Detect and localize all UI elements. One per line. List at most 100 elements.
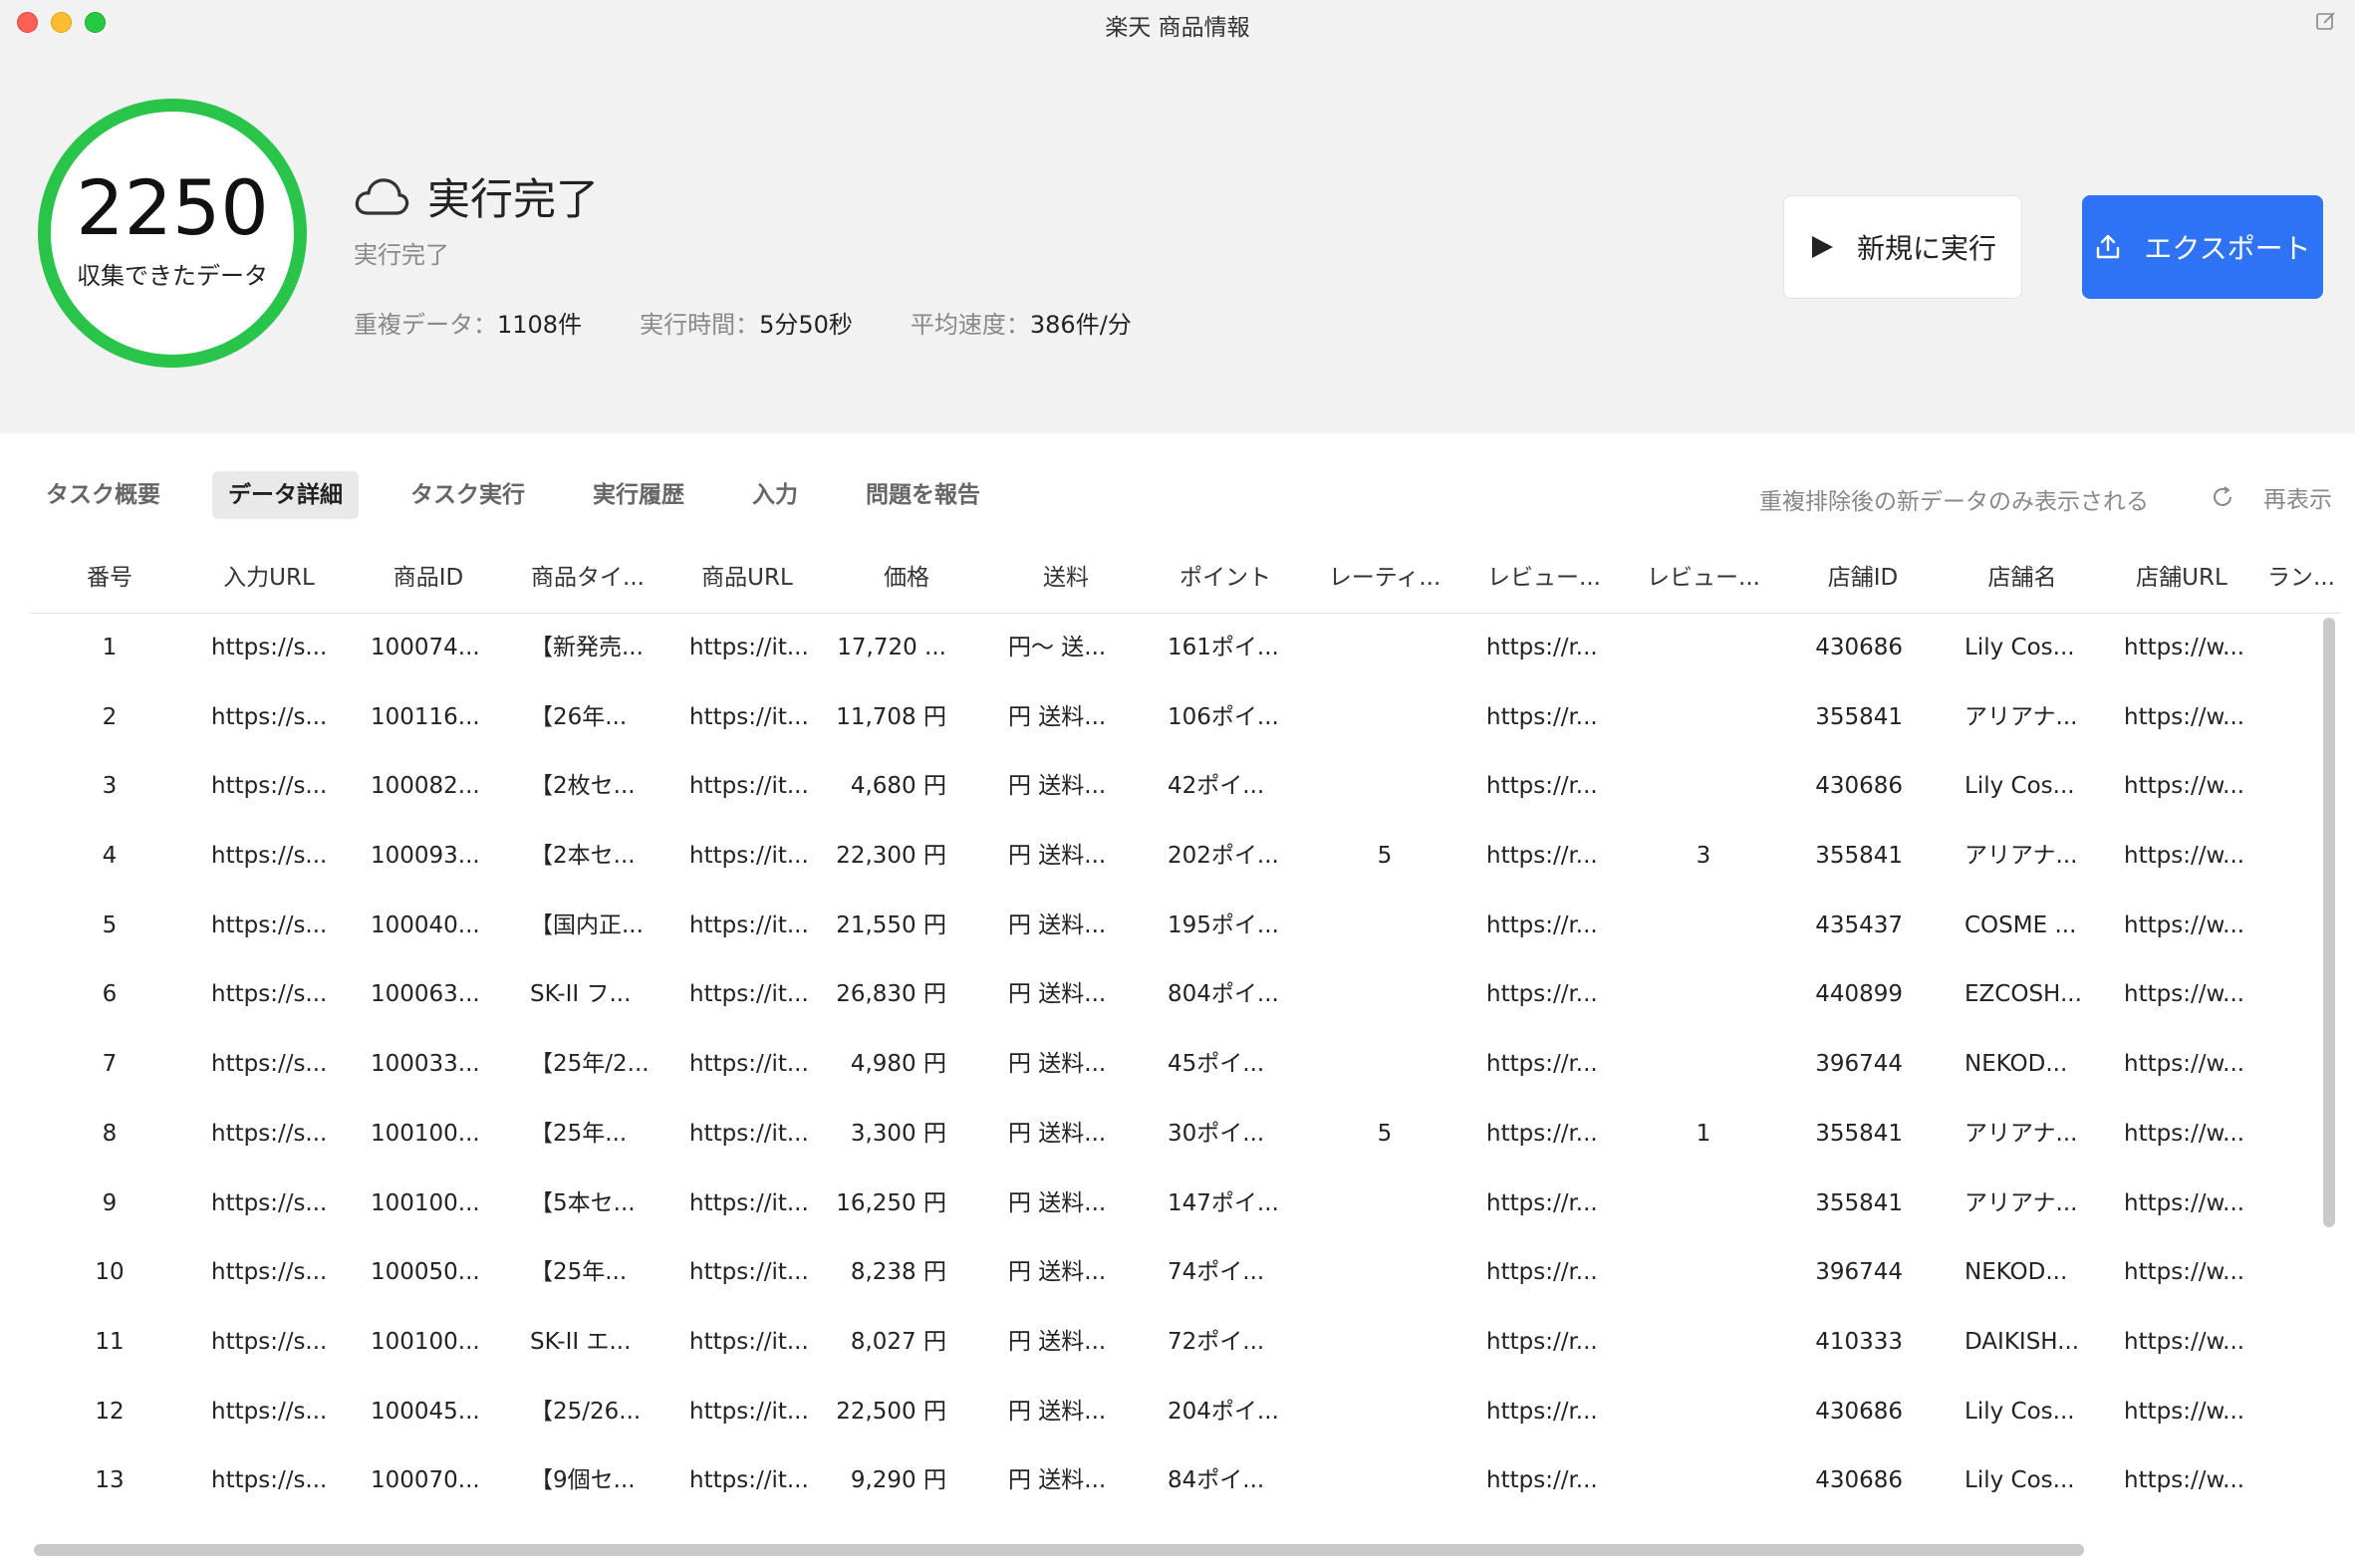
table-cell: 2 bbox=[102, 703, 118, 730]
table-cell: 13 bbox=[95, 1467, 125, 1494]
table-cell: https://it... bbox=[689, 912, 809, 938]
table-row[interactable]: 2 https://s... 100116... 【26年... https://it.… bbox=[30, 683, 2341, 753]
column-header[interactable]: レビュー... bbox=[1624, 548, 1783, 614]
table-cell bbox=[1624, 1308, 1783, 1378]
tab-task-run[interactable]: タスク実行 bbox=[394, 471, 541, 519]
table-row[interactable]: 5 https://s... 100040... 【国内正... https://it.… bbox=[30, 892, 2341, 961]
table-cell: https://it... bbox=[689, 981, 809, 1008]
table-cell bbox=[1624, 1378, 1783, 1447]
column-header[interactable]: 商品タイ... bbox=[508, 548, 667, 614]
column-header[interactable]: ラン... bbox=[2261, 548, 2341, 614]
table-cell: 100050... bbox=[371, 1259, 480, 1286]
table-cell: 円 送料... bbox=[1008, 1398, 1107, 1425]
table-cell: 【2枚セ... bbox=[530, 773, 636, 800]
tab-data-details[interactable]: データ詳細 bbox=[212, 471, 359, 519]
table-row[interactable]: 9 https://s... 100100... 【5本セ... https://it.… bbox=[30, 1170, 2341, 1239]
table-cell: https://w... bbox=[2124, 981, 2245, 1008]
column-header[interactable]: 店舗URL bbox=[2102, 548, 2261, 614]
table-cell: https://it... bbox=[689, 843, 809, 870]
export-button[interactable]: エクスポート bbox=[2082, 195, 2323, 299]
table-cell bbox=[1305, 1446, 1464, 1516]
table-row[interactable]: 4 https://s... 100093... 【2本セ... https://it.… bbox=[30, 822, 2341, 892]
table-cell: https://s... bbox=[211, 1467, 328, 1494]
new-run-button[interactable]: 新規に実行 bbox=[1783, 195, 2022, 299]
table-cell: https://s... bbox=[211, 773, 328, 800]
column-header[interactable]: 入力URL bbox=[189, 548, 349, 614]
vertical-scrollbar[interactable] bbox=[2323, 618, 2335, 1227]
table-cell: 7 bbox=[102, 1051, 118, 1078]
table-cell: 204ポイ... bbox=[1168, 1398, 1279, 1425]
table-cell: https://w... bbox=[2124, 635, 2245, 660]
table-cell: COSME ... bbox=[1964, 912, 2077, 938]
table-cell: https://r... bbox=[1486, 981, 1598, 1008]
collected-count: 2250 bbox=[76, 162, 269, 252]
table-cell bbox=[1624, 1170, 1783, 1239]
table-cell: 100063... bbox=[371, 981, 480, 1008]
table-cell: 円 送料... bbox=[1008, 912, 1107, 938]
column-header[interactable]: ポイント bbox=[1146, 548, 1305, 614]
tab-task-overview[interactable]: タスク概要 bbox=[30, 471, 176, 519]
table-cell: 202ポイ... bbox=[1168, 843, 1279, 870]
edit-icon[interactable] bbox=[2315, 10, 2337, 32]
table-cell: アリアナ... bbox=[1964, 843, 2078, 870]
column-header[interactable]: 番号 bbox=[30, 548, 189, 614]
refresh-label: 再表示 bbox=[2263, 487, 2332, 513]
column-header[interactable]: 店舗名 bbox=[1943, 548, 2102, 614]
tab-report-issue[interactable]: 問題を報告 bbox=[850, 471, 996, 519]
table-cell: https://s... bbox=[211, 843, 328, 870]
table-row[interactable]: 10 https://s... 100050... 【25年... https://it… bbox=[30, 1238, 2341, 1308]
tab-run-history[interactable]: 実行履歴 bbox=[577, 471, 700, 519]
column-header[interactable]: 店舗ID bbox=[1783, 548, 1943, 614]
table-row[interactable]: 13 https://s... 100070... 【9個セ... https://it… bbox=[30, 1446, 2341, 1516]
table-cell: 4,980 円 bbox=[850, 1051, 946, 1078]
table-cell: アリアナ... bbox=[1964, 1189, 2078, 1216]
table-cell bbox=[1624, 892, 1783, 961]
column-header[interactable]: 送料 bbox=[986, 548, 1146, 614]
data-table: 番号 入力URL 商品ID 商品タイ... 商品URL 価格 送料 ポイント レーティ... レビ… bbox=[30, 548, 2341, 1549]
tab-input[interactable]: 入力 bbox=[736, 471, 814, 519]
summary-panel: 2250 収集できたデータ 実行完了 実行完了 重複データ：1108件 実行時間… bbox=[0, 44, 2355, 433]
collected-count-label: 収集できたデータ bbox=[77, 261, 268, 290]
column-header[interactable]: 商品URL bbox=[667, 548, 827, 614]
table-cell: 161ポイ... bbox=[1168, 635, 1279, 660]
refresh-button[interactable]: 再表示 bbox=[2210, 480, 2332, 514]
table-cell: 84ポイ... bbox=[1168, 1467, 1265, 1494]
table-cell: https://w... bbox=[2124, 1259, 2245, 1286]
table-row[interactable]: 1 https://s... 100074... 【新発売... https://it.… bbox=[30, 614, 2341, 683]
table-cell: 8,027 円 bbox=[850, 1328, 946, 1355]
status-row: 実行完了 bbox=[354, 165, 599, 227]
stats-row: 重複データ：1108件 実行時間：5分50秒 平均速度：386件/分 bbox=[354, 305, 1189, 340]
table-cell: 22,300 円 bbox=[836, 843, 946, 870]
table-cell: https://s... bbox=[211, 1259, 328, 1286]
table-cell: https://s... bbox=[211, 912, 328, 938]
table-cell: https://s... bbox=[211, 1398, 328, 1425]
table-cell: https://r... bbox=[1486, 773, 1598, 800]
table-body: 1 https://s... 100074... 【新発売... https://it.… bbox=[30, 614, 2341, 1516]
table-row[interactable]: 3 https://s... 100082... 【2枚セ... https://it.… bbox=[30, 752, 2341, 822]
horizontal-scrollbar[interactable] bbox=[34, 1544, 2084, 1556]
table-cell: 9 bbox=[102, 1189, 118, 1216]
column-header[interactable]: 価格 bbox=[827, 548, 986, 614]
table-cell: 12 bbox=[95, 1398, 125, 1425]
cloud-icon bbox=[355, 178, 409, 215]
table-row[interactable]: 8 https://s... 100100... 【25年... https://it.… bbox=[30, 1100, 2341, 1170]
table-row[interactable]: 6 https://s... 100063... SK-II フ... https://… bbox=[30, 960, 2341, 1030]
column-header[interactable]: 商品ID bbox=[349, 548, 508, 614]
table-cell: 円〜 送... bbox=[1008, 635, 1107, 660]
table-row[interactable]: 7 https://s... 100033... 【25年/2... https://i… bbox=[30, 1030, 2341, 1100]
table-cell: 100082... bbox=[371, 773, 480, 800]
export-label: エクスポート bbox=[2144, 232, 2311, 265]
table-cell: https://it... bbox=[689, 1398, 809, 1425]
table-cell: 430686 bbox=[1815, 1467, 1903, 1494]
table-cell: NEKOD... bbox=[1964, 1259, 2068, 1286]
table-row[interactable]: 12 https://s... 100045... 【25/26... https://… bbox=[30, 1378, 2341, 1447]
table-cell: 100033... bbox=[371, 1051, 480, 1078]
table-cell bbox=[1305, 1030, 1464, 1100]
table-cell: 4,680 円 bbox=[850, 773, 946, 800]
table-cell bbox=[1305, 752, 1464, 822]
table-row[interactable]: 11 https://s... 100100... SK-II エ... https:/… bbox=[30, 1308, 2341, 1378]
table-cell: 100040... bbox=[371, 912, 480, 938]
table-cell: 16,250 円 bbox=[836, 1189, 946, 1216]
column-header[interactable]: レビュー... bbox=[1464, 548, 1624, 614]
column-header[interactable]: レーティ... bbox=[1305, 548, 1464, 614]
